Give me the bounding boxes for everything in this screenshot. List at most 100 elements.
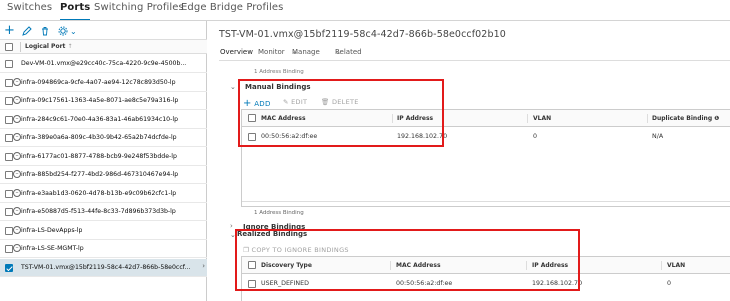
row-checkbox[interactable] xyxy=(5,78,13,87)
collapse-caret-icon[interactable]: ⌄ xyxy=(230,83,236,91)
chevron-down-icon[interactable]: ⌄ xyxy=(70,26,77,37)
column-divider xyxy=(392,114,393,123)
cutoff-address-count: 1 Address Binding xyxy=(254,69,304,75)
list-item[interactable]: – infra-284c9c61-70e0-4a36-83a1-46ab61934… xyxy=(0,111,207,129)
table-header: Discovery Type MAC Address IP Address VL… xyxy=(242,257,730,274)
edit-binding-button[interactable]: ✎ EDIT xyxy=(283,98,307,106)
realized-bindings-table: Discovery Type MAC Address IP Address VL… xyxy=(241,256,730,301)
sort-arrow-icon[interactable]: ↑ xyxy=(68,43,73,50)
column-divider xyxy=(527,114,528,123)
list-item-label: Dev-VM-01.vmx@e29cc40c-75ca-4220-9c9e-45… xyxy=(21,60,187,67)
row-checkbox[interactable] xyxy=(5,115,13,124)
tab-switches[interactable]: Switches xyxy=(7,2,52,13)
cell-mac: 00:50:56:a2:df:ee xyxy=(396,280,453,287)
row-checkbox[interactable] xyxy=(5,226,13,235)
list-item-label: infra-284c9c61-70e0-4a36-83a1-46ab61934c… xyxy=(21,115,178,123)
copy-to-ignore-button[interactable]: ❐ COPY TO IGNORE BINDINGS xyxy=(243,246,349,254)
select-all-checkbox[interactable] xyxy=(5,43,13,51)
list-item[interactable]: – infra-389e0a6a-809c-4b30-9b42-65a2b74dc… xyxy=(0,129,207,147)
column-header-ip[interactable]: IP Address xyxy=(397,115,433,122)
delete-binding-button[interactable]: 🗑 DELETE xyxy=(321,98,359,106)
infra-port-icon: – xyxy=(13,207,21,215)
column-divider xyxy=(647,114,648,123)
cell-discovery-type: USER_DEFINED xyxy=(261,280,309,287)
infra-port-icon: – xyxy=(13,151,21,160)
column-divider xyxy=(390,261,391,270)
list-item[interactable]: – infra-885bd254-f277-4bd2-986d-467310467… xyxy=(0,166,207,184)
row-checkbox[interactable] xyxy=(5,263,13,272)
column-header-ip[interactable]: IP Address xyxy=(532,262,568,269)
realized-bindings-actions: ❐ COPY TO IGNORE BINDINGS xyxy=(243,246,403,256)
list-item[interactable]: TST-VM-01.vmx@15bf2119-58c4-42d7-866b-58… xyxy=(0,258,207,277)
column-header-vlan[interactable]: VLAN xyxy=(533,115,551,122)
chevron-right-icon[interactable]: › xyxy=(202,262,205,270)
column-header-logical-port[interactable]: Logical Port ↑ xyxy=(25,43,73,50)
column-header-duplicate[interactable]: Duplicate Binding ❶ xyxy=(652,115,719,122)
expand-caret-icon[interactable]: › xyxy=(230,222,233,230)
tab-switching-profiles[interactable]: Switching Profiles xyxy=(94,2,184,13)
list-item[interactable]: – infra-LS-SE-MGMT-lp xyxy=(0,240,207,258)
row-checkbox[interactable] xyxy=(5,152,13,161)
chevron-down-icon: ⌄ xyxy=(292,48,298,56)
select-all-checkbox[interactable] xyxy=(248,261,256,269)
column-header-vlan[interactable]: VLAN xyxy=(667,262,685,269)
list-item-label: infra-e3aab1d3-0620-4d78-b13b-e9c09b62cf… xyxy=(21,189,177,197)
list-toolbar: + ⌄ xyxy=(0,24,206,38)
edit-label: EDIT xyxy=(291,98,308,106)
row-checkbox[interactable] xyxy=(248,280,256,288)
tab-monitor[interactable]: Monitor xyxy=(258,48,285,56)
infra-port-icon: – xyxy=(13,188,21,197)
gear-icon[interactable] xyxy=(58,26,68,38)
trash-icon[interactable] xyxy=(40,26,50,38)
pencil-icon[interactable] xyxy=(22,26,32,38)
list-item[interactable]: – infra-LS-DevApps-lp xyxy=(0,222,207,240)
list-item-label: TST-VM-01.vmx@15bf2119-58c4-42d7-866b-58… xyxy=(21,263,191,271)
add-binding-button[interactable]: + ADD xyxy=(243,98,271,109)
cell-ip: 192.168.102.70 xyxy=(397,133,448,140)
port-list-panel: + ⌄ Logical Port ↑ Dev-VM-01.vmx@e29cc40… xyxy=(0,21,207,301)
column-header-label: Logical Port xyxy=(25,43,66,50)
plus-icon: + xyxy=(243,98,252,109)
tab-ports[interactable]: Ports xyxy=(60,2,91,21)
subnav-divider xyxy=(219,60,730,61)
list-header: Logical Port ↑ xyxy=(0,39,207,54)
list-item[interactable]: – infra-e50887d5-f513-44fe-8c33-7d896b373… xyxy=(0,203,207,221)
plus-icon[interactable]: + xyxy=(4,24,15,37)
list-item[interactable]: Dev-VM-01.vmx@e29cc40c-75ca-4220-9c9e-45… xyxy=(0,55,207,73)
info-icon[interactable]: ❶ xyxy=(714,115,719,122)
row-checkbox[interactable] xyxy=(5,134,13,142)
manual-bindings-table: MAC Address IP Address VLAN Duplicate Bi… xyxy=(241,109,730,207)
column-divider xyxy=(661,261,662,270)
table-row[interactable]: 00:50:56:a2:df:ee 192.168.102.70 0 N/A xyxy=(242,128,730,146)
list-item[interactable]: – infra-094869ca-9cfe-4a07-ae94-12c78c893… xyxy=(0,74,207,92)
row-checkbox[interactable] xyxy=(5,245,13,253)
select-all-checkbox[interactable] xyxy=(248,114,256,122)
column-header-mac[interactable]: MAC Address xyxy=(396,262,441,269)
infra-port-icon: – xyxy=(13,170,21,178)
list-item[interactable]: – infra-6177ac01-8877-4788-bcb9-9e248f53b… xyxy=(0,148,207,166)
row-checkbox[interactable] xyxy=(5,208,13,216)
row-checkbox[interactable] xyxy=(5,171,13,179)
row-checkbox[interactable] xyxy=(5,189,13,198)
column-header-discovery-type[interactable]: Discovery Type xyxy=(261,262,312,269)
row-checkbox[interactable] xyxy=(5,97,13,105)
list-item-label: infra-09c17561-1363-4a5e-8071-ae8c5e79a3… xyxy=(21,97,179,104)
collapse-caret-icon[interactable]: ⌄ xyxy=(230,231,236,239)
table-row[interactable]: USER_DEFINED 00:50:56:a2:df:ee 192.168.1… xyxy=(242,275,730,293)
tab-overview[interactable]: Overview xyxy=(220,48,253,56)
row-checkbox[interactable] xyxy=(248,133,256,141)
cell-vlan: 0 xyxy=(667,280,672,287)
row-checkbox[interactable] xyxy=(5,60,13,68)
cell-mac: 00:50:56:a2:df:ee xyxy=(261,133,318,140)
manual-bindings-heading: Manual Bindings xyxy=(245,83,311,91)
list-item[interactable]: – infra-09c17561-1363-4a5e-8071-ae8c5e79a… xyxy=(0,92,207,110)
trash-icon: 🗑 xyxy=(321,98,330,106)
column-divider xyxy=(526,261,527,270)
list-item-label: infra-6177ac01-8877-4788-bcb9-9e248f53bd… xyxy=(21,152,177,160)
list-item[interactable]: – infra-e3aab1d3-0620-4d78-b13b-e9c09b62c… xyxy=(0,185,207,203)
table-header: MAC Address IP Address VLAN Duplicate Bi… xyxy=(242,110,730,127)
column-header-mac[interactable]: MAC Address xyxy=(261,115,306,122)
tab-edge-bridge-profiles[interactable]: Edge Bridge Profiles xyxy=(181,2,283,13)
detail-subnav: Overview Monitor Manage ⌄ Related ⌄ xyxy=(220,48,720,58)
infra-port-icon: – xyxy=(13,114,21,123)
